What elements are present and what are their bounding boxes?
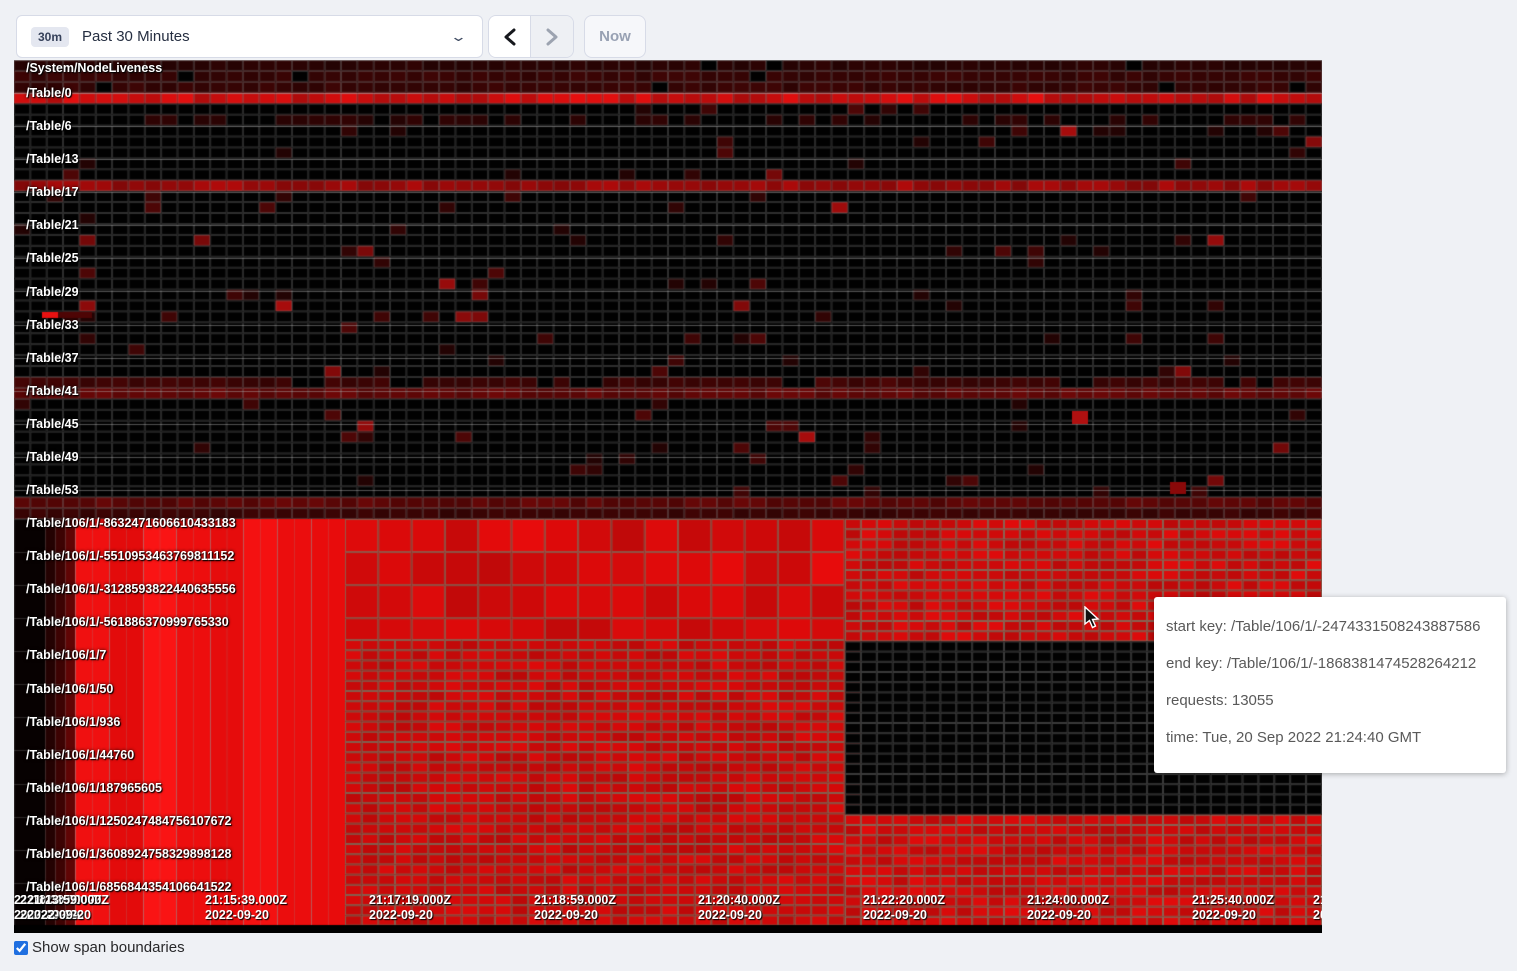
show-span-boundaries-checkbox[interactable] — [14, 941, 28, 955]
chevron-right-icon — [546, 28, 559, 46]
tooltip-time: time: Tue, 20 Sep 2022 21:24:40 GMT — [1166, 719, 1494, 756]
tooltip-end-key: end key: /Table/106/1/-18683814745282642… — [1166, 645, 1494, 682]
next-time-button[interactable] — [531, 16, 573, 57]
time-window-select[interactable]: 30m Past 30 Minutes ⌄ — [16, 15, 483, 58]
tooltip-requests: requests: 13055 — [1166, 682, 1494, 719]
time-nav-group — [488, 15, 574, 58]
time-window-badge: 30m — [31, 27, 69, 47]
range-tooltip: start key: /Table/106/1/-247433150824388… — [1154, 597, 1506, 773]
now-button[interactable]: Now — [584, 15, 646, 58]
chevron-left-icon — [503, 28, 516, 46]
tooltip-start-key: start key: /Table/106/1/-247433150824388… — [1166, 608, 1494, 645]
keyvisualizer-heatmap-canvas[interactable] — [14, 60, 1322, 933]
time-window-label: Past 30 Minutes — [82, 28, 453, 45]
previous-time-button[interactable] — [489, 16, 531, 57]
span-boundaries-row: Show span boundaries — [14, 939, 185, 956]
show-span-boundaries-label: Show span boundaries — [32, 939, 185, 956]
key-visualizer: /System/NodeLiveness/Table/0/Table/6/Tab… — [14, 60, 1322, 933]
chevron-down-icon: ⌄ — [450, 29, 467, 45]
